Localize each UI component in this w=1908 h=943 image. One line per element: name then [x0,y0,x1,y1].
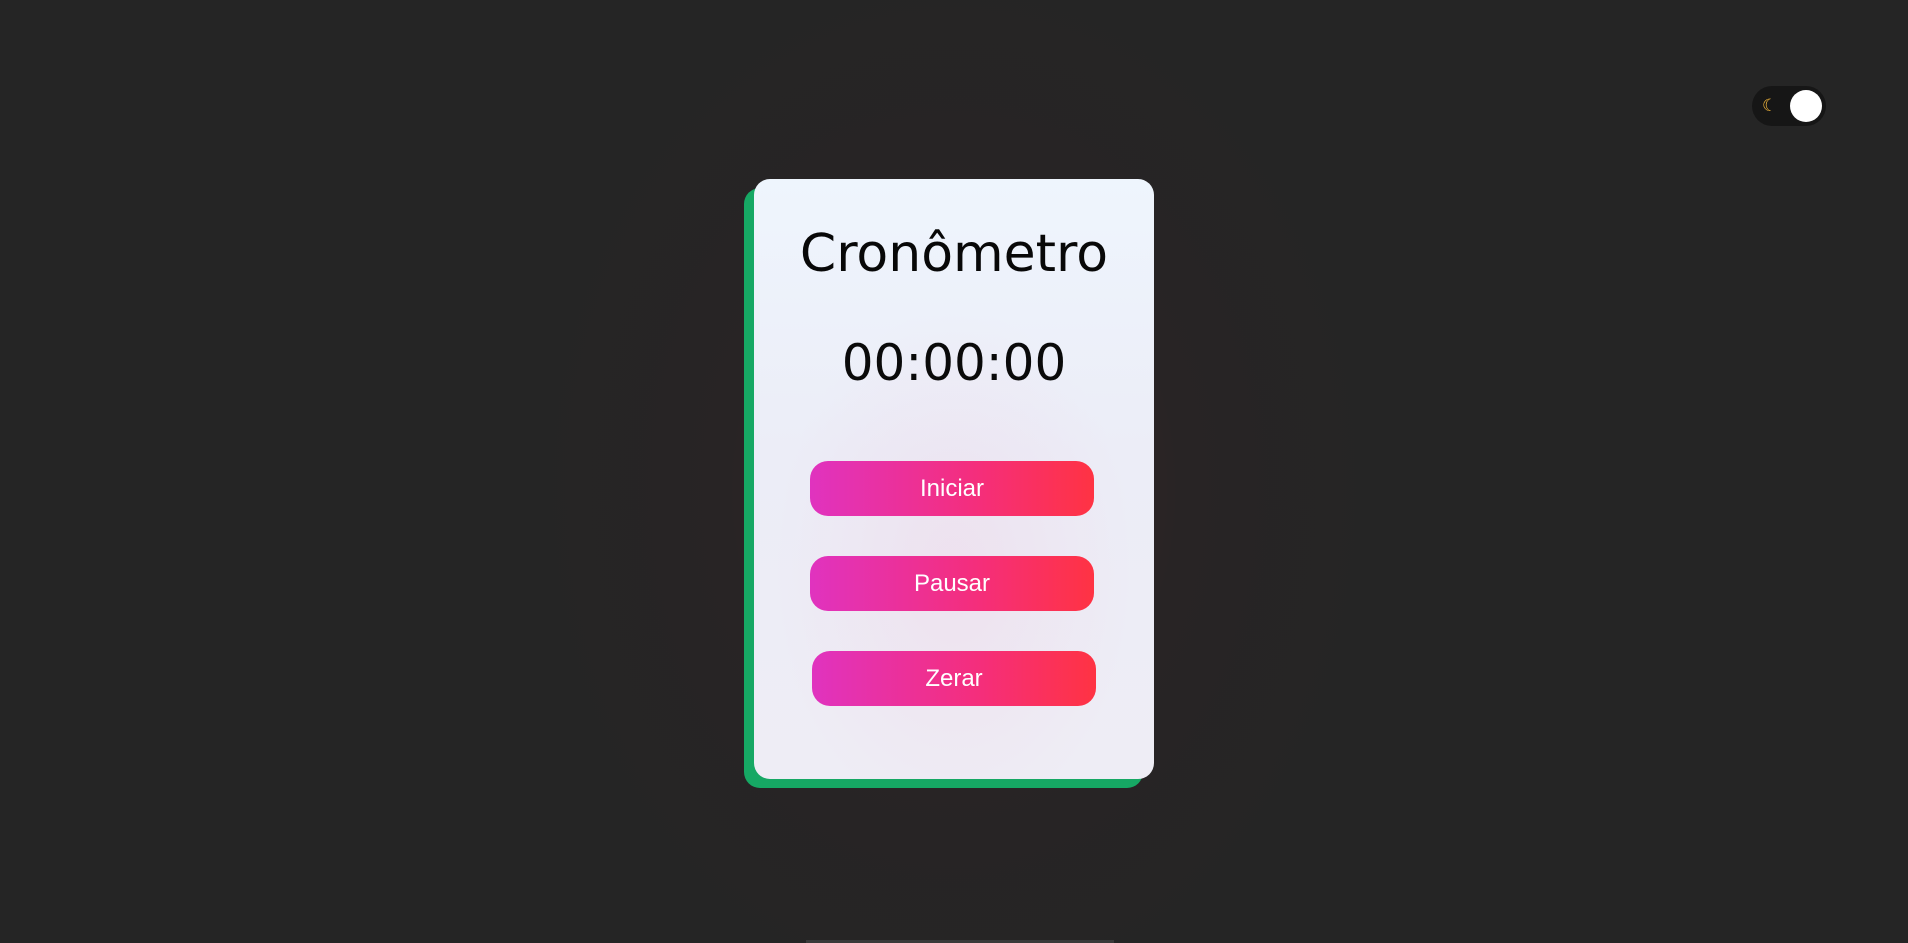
page-background: ☾ Cronômetro 00:00:00 Iniciar Pausar Zer… [0,0,1908,943]
pause-button[interactable]: Pausar [810,556,1094,611]
page-title: Cronômetro [799,224,1109,284]
reset-button[interactable]: Zerar [812,651,1096,706]
moon-icon: ☾ [1762,96,1778,116]
toggle-knob[interactable] [1790,90,1822,122]
time-display: 00:00:00 [841,334,1067,392]
start-button[interactable]: Iniciar [810,461,1094,516]
theme-toggle[interactable]: ☾ [1752,86,1826,126]
stopwatch-card: Cronômetro 00:00:00 Iniciar Pausar Zerar [754,179,1154,779]
